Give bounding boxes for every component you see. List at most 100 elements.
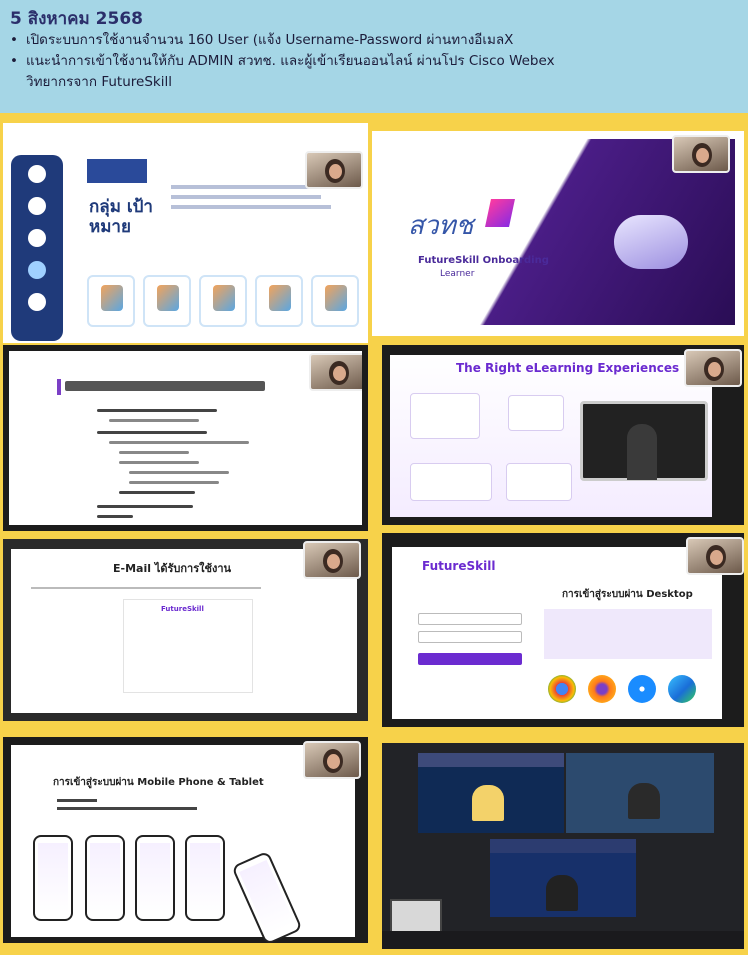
phone-mockup (135, 835, 175, 921)
slide-bullet-line (119, 451, 189, 454)
self-view (390, 899, 442, 935)
safari-icon (628, 675, 656, 703)
presenter-video (309, 353, 362, 391)
email-field (418, 613, 522, 625)
feature-card (508, 395, 564, 431)
mobile-login-title: การเข้าสู่ระบบผ่าน Mobile Phone & Tablet (53, 777, 264, 788)
participant-figure (546, 875, 578, 911)
participant-tile (490, 839, 636, 917)
meeting-controls-bar (382, 931, 744, 949)
login-button (418, 653, 522, 665)
header-date: 5 สิงหาคม 2568 (10, 9, 143, 29)
screenshot-email-slide: E-Mail ได้รับการใช้งาน FutureSkill (3, 539, 368, 721)
slide-bullet-line (109, 441, 249, 444)
slide-bullet-line (97, 431, 207, 434)
summary-header: 5 สิงหาคม 2568 • เปิดระบบการใช้งานจำนวน 1… (0, 0, 748, 113)
info-icon (28, 229, 46, 247)
org-logo: สวทช (408, 211, 474, 241)
phone-screen (38, 843, 68, 913)
presenter-face (329, 164, 342, 179)
target-card (143, 275, 191, 327)
phone-mockup-tilted (231, 850, 303, 943)
chart-icon (28, 293, 46, 311)
bullet-dot: • (10, 53, 18, 69)
screenshot-elearning-experiences: The Right eLearning Experiences (382, 345, 744, 525)
slide-bullet-line (97, 505, 193, 508)
presenter-face (708, 362, 721, 377)
participant-figure (472, 785, 504, 821)
phone-screen (190, 843, 220, 913)
slide-bullet-line (97, 515, 133, 518)
bullet-2-text: แนะนำการเข้าใช้งานให้กับ ADMIN สวทช. และ… (26, 53, 555, 69)
slide-bullet-line (119, 461, 199, 464)
phone-mockup (85, 835, 125, 921)
laptop-illustration (580, 401, 708, 481)
slide-flag-graphic (87, 159, 147, 183)
header-bullet-2: • แนะนำการเข้าใช้งานให้กับ ADMIN สวทช. แล… (10, 51, 738, 72)
screenshot-desktop-login: FutureSkill การเข้าสู่ระบบผ่าน Desktop (382, 533, 744, 727)
presenter-video (303, 541, 361, 579)
card-illustration (213, 285, 235, 311)
participant-tile (418, 753, 564, 833)
slide-sidebar (11, 155, 63, 341)
card-illustration (325, 285, 347, 311)
instructor-figure (627, 424, 657, 480)
email-header-line (31, 587, 261, 589)
feature-card (506, 463, 572, 501)
presenter-video (684, 349, 742, 387)
email-slide-title: E-Mail ได้รับการใช้งาน (113, 562, 232, 575)
tile-banner (490, 839, 636, 853)
onboarding-subcaption: Learner (440, 269, 475, 279)
collage-page: 5 สิงหาคม 2568 • เปิดระบบการใช้งานจำนวน 1… (0, 0, 748, 955)
slide-bullet-line (119, 491, 195, 494)
card-illustration (157, 285, 179, 311)
feature-card (410, 393, 480, 439)
card-illustration (101, 285, 123, 311)
screenshot-webex-meeting (382, 743, 744, 949)
desktop-login-title: การเข้าสู่ระบบผ่าน Desktop (562, 589, 693, 600)
email-brand: FutureSkill (161, 605, 204, 613)
elearning-slide: The Right eLearning Experiences (390, 355, 712, 517)
home-icon (28, 165, 46, 183)
group-icon (28, 261, 46, 279)
phone-screen (140, 843, 170, 913)
bullet-1-text: เปิดระบบการใช้งานจำนวน 160 User (แจ้ง Us… (26, 32, 514, 48)
screenshot-onboarding-cover: สวทช FutureSkill Onboarding Learner (372, 131, 744, 336)
slide-text-line (171, 205, 331, 209)
slide-bullet-line (129, 471, 229, 474)
participant-figure (628, 783, 660, 819)
chrome-icon (548, 675, 576, 703)
desktop-login-slide: FutureSkill การเข้าสู่ระบบผ่าน Desktop (392, 547, 722, 719)
slide-bullet-line (129, 481, 219, 484)
card-illustration (269, 285, 291, 311)
phone-mockup (33, 835, 73, 921)
slide-bullet-line (109, 419, 199, 422)
target-card (311, 275, 359, 327)
feature-card (410, 463, 492, 501)
presenter-video (303, 741, 361, 779)
screenshot-agenda-slide (3, 345, 368, 531)
target-card (87, 275, 135, 327)
phone-screen (239, 859, 295, 937)
presenter-face (333, 366, 346, 381)
slide-bullet-line (57, 807, 197, 810)
bullet-dot: • (10, 32, 18, 48)
presenter-video (686, 537, 744, 575)
target-card (199, 275, 247, 327)
photo-collage: กลุ่ม เป้าหมาย สวทช FutureSkill Onboardi… (0, 113, 748, 955)
presenter-face (327, 554, 340, 569)
elearning-title: The Right eLearning Experiences (456, 361, 680, 375)
tile-banner (418, 753, 564, 767)
participant-tile (566, 753, 714, 833)
header-bullet-1: • เปิดระบบการใช้งานจำนวน 160 User (แจ้ง U… (10, 30, 738, 51)
firefox-icon (588, 675, 616, 703)
futureskill-logo: FutureSkill (422, 559, 496, 573)
presenter-face (710, 550, 723, 565)
slide-accent-bar (57, 379, 61, 395)
target-card (255, 275, 303, 327)
slide-bullet-line (97, 409, 217, 412)
phone-mockup (185, 835, 225, 921)
phone-screen (90, 843, 120, 913)
screenshot-mobile-login: การเข้าสู่ระบบผ่าน Mobile Phone & Tablet (3, 737, 368, 943)
onboarding-caption: FutureSkill Onboarding (418, 255, 549, 266)
